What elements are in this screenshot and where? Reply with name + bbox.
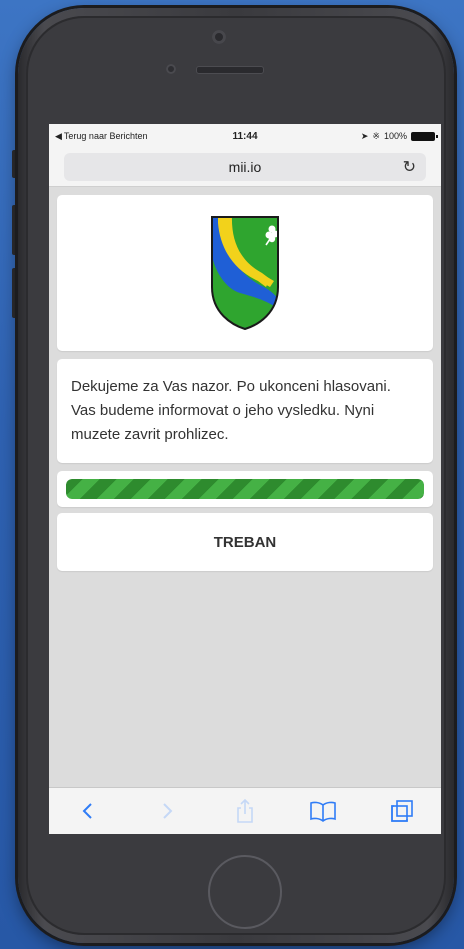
proximity-sensor bbox=[166, 64, 176, 74]
back-icon bbox=[82, 803, 92, 819]
battery-icon bbox=[411, 131, 438, 141]
share-icon bbox=[237, 798, 253, 823]
home-button[interactable] bbox=[208, 855, 282, 929]
battery-percent: 100% bbox=[383, 131, 407, 141]
coat-of-arms-icon bbox=[211, 216, 279, 331]
back-triangle-icon: ◀ bbox=[55, 130, 62, 141]
phone-screen: ◀ Terug naar Berichten 11:44 ➤ ※ 100% mi… bbox=[49, 124, 441, 834]
progress-fill bbox=[66, 479, 424, 499]
address-bar: mii.io ↻ bbox=[49, 148, 441, 187]
bluetooth-icon: ※ bbox=[372, 130, 380, 141]
bookmarks-icon bbox=[310, 801, 337, 822]
progress-card bbox=[57, 471, 433, 507]
status-bar: ◀ Terug naar Berichten 11:44 ➤ ※ 100% bbox=[49, 124, 441, 148]
location-icon: ➤ bbox=[360, 130, 369, 141]
share-button[interactable] bbox=[225, 791, 265, 831]
page-content: Dekujeme za Vas nazor. Po ukonceni hlaso… bbox=[49, 187, 441, 571]
bookmarks-button[interactable] bbox=[303, 791, 343, 831]
reload-icon[interactable]: ↻ bbox=[403, 157, 416, 177]
forward-icon bbox=[162, 803, 172, 819]
town-name: TREBAN bbox=[57, 513, 433, 571]
url-text: mii.io bbox=[228, 159, 262, 175]
back-to-app-link[interactable]: ◀ Terug naar Berichten bbox=[55, 131, 147, 142]
front-camera bbox=[212, 30, 226, 44]
tabs-button[interactable] bbox=[382, 791, 422, 831]
thank-you-message: Dekujeme za Vas nazor. Po ukonceni hlaso… bbox=[57, 359, 433, 463]
back-to-app-label: Terug naar Berichten bbox=[63, 131, 148, 141]
url-field[interactable]: mii.io ↻ bbox=[64, 153, 426, 181]
browser-toolbar bbox=[49, 787, 441, 834]
crest-card bbox=[57, 195, 433, 351]
tabs-icon bbox=[390, 800, 413, 822]
back-button[interactable] bbox=[68, 791, 108, 831]
progress-bar bbox=[66, 479, 424, 499]
forward-button[interactable] bbox=[147, 791, 187, 831]
earpiece-speaker bbox=[196, 66, 264, 74]
status-indicators: ➤ ※ 100% bbox=[360, 130, 438, 142]
